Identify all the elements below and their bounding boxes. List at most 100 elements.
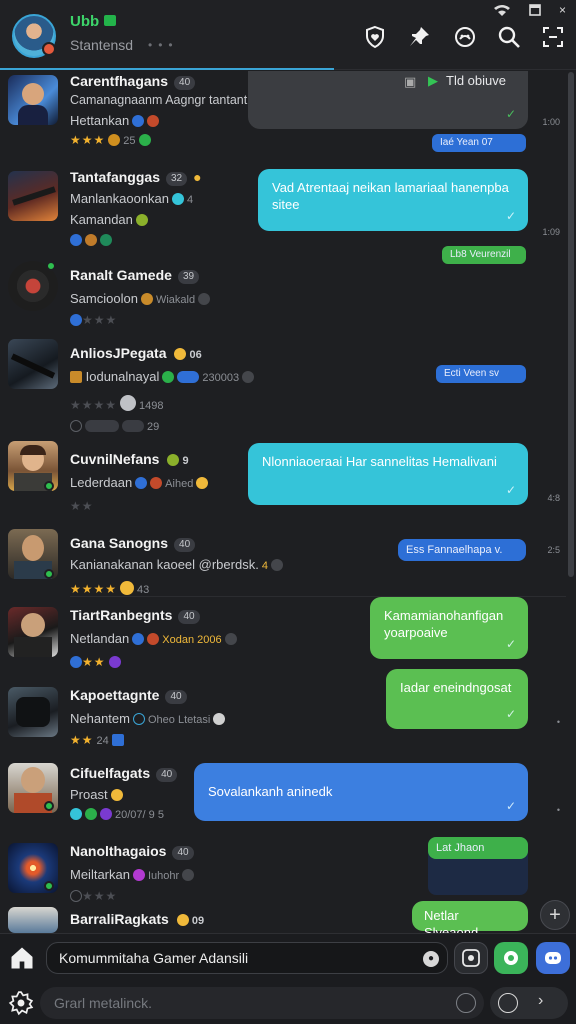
avatar[interactable] [8, 339, 58, 389]
message-bubble[interactable]: Kamamianohanfigan yoarpoaive ✓ [370, 597, 528, 659]
chat-row[interactable]: AnliosJPegata 06 Iodunalnayal 230003 ★★★★ 1… [0, 333, 566, 433]
reaction-pill[interactable]: Ecti Veen sv [436, 365, 526, 383]
chat-row[interactable]: CuvnilNefans 9 Lederdaan Aihed ★★ Nlonniao… [0, 437, 566, 521]
add-icon[interactable]: + [540, 900, 570, 930]
avatar[interactable] [8, 607, 58, 657]
unread-badge: 39 [177, 270, 200, 284]
sticker-icon [100, 808, 112, 820]
voice-button[interactable] [494, 942, 528, 974]
message-bubble[interactable]: Sovalankanh aninedk ✓ [194, 763, 528, 821]
chat-row[interactable]: Tantafanggas 32 ● Manlankaoonkan 4 Kamandan… [0, 163, 566, 264]
sticker-icon [147, 633, 160, 645]
chat-list[interactable]: Carentfhagans 40 Camanagnaanm Aagngr tant… [0, 71, 576, 933]
scrollbar[interactable] [568, 72, 574, 932]
emoji-icon [120, 581, 135, 595]
chat-name: TiartRanbegnts 40 [70, 607, 200, 624]
avatar[interactable] [8, 75, 58, 125]
search-icon[interactable] [496, 24, 522, 50]
emoji-icon: ● [193, 169, 202, 185]
message-input[interactable]: Komummitaha Gamer Adansili ● [46, 942, 448, 974]
coin-icon [120, 395, 137, 411]
action-pill[interactable]: › [490, 987, 568, 1019]
discord-button[interactable] [536, 942, 570, 974]
pin-icon[interactable] [406, 24, 432, 50]
info-icon [182, 869, 195, 881]
chat-row[interactable]: Nanolthagaios 40 Meiltarkan Iuhohr ★★★ Lat… [0, 837, 566, 907]
chat-rating: ★★ [70, 499, 94, 513]
timestamp: 4:8 [547, 493, 560, 503]
chat-rating: 20/07/ 9 5 [70, 807, 164, 821]
avatar-status-badge [42, 42, 56, 56]
reaction-pill[interactable]: Lat Jhaon [428, 837, 528, 859]
message-bubble[interactable]: Nlonniaoeraai Har sannelitas Hemalivani … [248, 443, 528, 505]
controller-icon[interactable] [452, 24, 478, 50]
reaction-pill[interactable]: Iaé Yean 07 [432, 134, 526, 152]
emoji-icon[interactable] [456, 993, 476, 1013]
scrollbar-thumb[interactable] [568, 72, 574, 577]
sticker-icon [132, 713, 145, 725]
message-input-value: Komummitaha Gamer Adansili [59, 950, 249, 966]
message-bubble[interactable]: Lat Jhaon [428, 837, 528, 895]
online-dot [44, 801, 54, 811]
message-bubble[interactable]: Iadar eneindngosat ✓ [386, 669, 528, 729]
status-extras: ••• [148, 38, 179, 52]
timestamp: • [556, 805, 560, 815]
chat-rating: ★★★★ 43 [70, 581, 150, 596]
app-header: × Ubb Stantensd ••• [0, 0, 576, 70]
chat-rating: ★★★★ 1498 [70, 395, 164, 412]
verified-icon [213, 713, 226, 725]
header-progress-bar [0, 68, 334, 70]
sticker-icon [150, 477, 163, 489]
online-dot [44, 481, 54, 491]
sticker-icon [70, 808, 82, 820]
message-bubble[interactable]: ▣ ▶ Tld obiuve ✓ [248, 71, 528, 129]
unread-badge: 40 [174, 538, 196, 552]
camera-settings-icon[interactable] [8, 990, 36, 1018]
secondary-input[interactable]: Grarl metalinck. [40, 987, 484, 1019]
chat-row[interactable]: Ranalt Gamede 39 Samcioolon Wiakald ★★★ [0, 255, 566, 327]
flag-icon [104, 15, 116, 26]
unread-badge: 40 [178, 610, 200, 624]
sticker-icon [85, 808, 97, 820]
chat-row[interactable]: Cifuelfagats 40 Proast 20/07/ 9 5 Sovalan… [0, 761, 566, 839]
emoji-icon [174, 348, 187, 360]
clear-icon[interactable]: ● [423, 951, 439, 967]
sticker-button[interactable] [454, 942, 488, 974]
verified-icon [172, 193, 185, 205]
chat-name: Carentfhagans 40 [70, 73, 196, 90]
emoji-icon [167, 454, 180, 466]
sticker-icon [108, 656, 121, 668]
wifi-icon [493, 4, 511, 18]
check-icon: ✓ [505, 209, 516, 223]
window-icon[interactable] [529, 4, 541, 18]
chat-name: Gana Sanogns 40 [70, 535, 196, 552]
reaction-pill[interactable]: Ess Fannaelhapa v. [398, 539, 526, 561]
timer-icon[interactable] [498, 993, 518, 1013]
avatar[interactable] [8, 907, 58, 933]
scan-icon[interactable] [540, 24, 566, 50]
avatar[interactable] [8, 171, 58, 221]
app-title: Ubb [70, 13, 100, 30]
heart-shield-icon[interactable] [362, 24, 388, 50]
close-icon[interactable]: × [559, 4, 566, 18]
chat-preview: Meiltarkan Iuhohr [70, 867, 195, 882]
chat-preview: Nehantem Oheo Ltetasi [70, 711, 226, 726]
chat-row[interactable]: BarraliRagkats 09 Netlar Slyeaond [0, 901, 566, 933]
chat-rating [70, 233, 112, 247]
chat-preview: Iodunalnayal 230003 [70, 369, 255, 384]
message-bubble[interactable]: Netlar Slyeaond [412, 901, 528, 933]
sticker-icon [132, 115, 145, 127]
chat-row[interactable]: Kapoettagnte 40 Nehantem Oheo Ltetasi ★★ 24… [0, 669, 566, 761]
chat-preview: Lederdaan Aihed [70, 475, 209, 490]
sticker-icon [70, 234, 82, 246]
chat-rating: ★★★ [70, 889, 117, 903]
image-icon [70, 371, 82, 383]
message-bubble[interactable]: Vad Atrentaaj neikan lamariaal hanenpba … [258, 169, 528, 231]
chat-row[interactable]: Carentfhagans 40 Camanagnaanm Aagngr tant… [0, 71, 566, 155]
chat-preview: Netlandan Xodan 2006 [70, 631, 237, 646]
bubble-text: Netlar Slyeaond [424, 908, 479, 933]
avatar[interactable] [8, 687, 58, 737]
chat-name: BarraliRagkats 09 [70, 911, 205, 927]
send-icon[interactable]: › [538, 992, 543, 1010]
home-icon[interactable] [8, 944, 36, 972]
